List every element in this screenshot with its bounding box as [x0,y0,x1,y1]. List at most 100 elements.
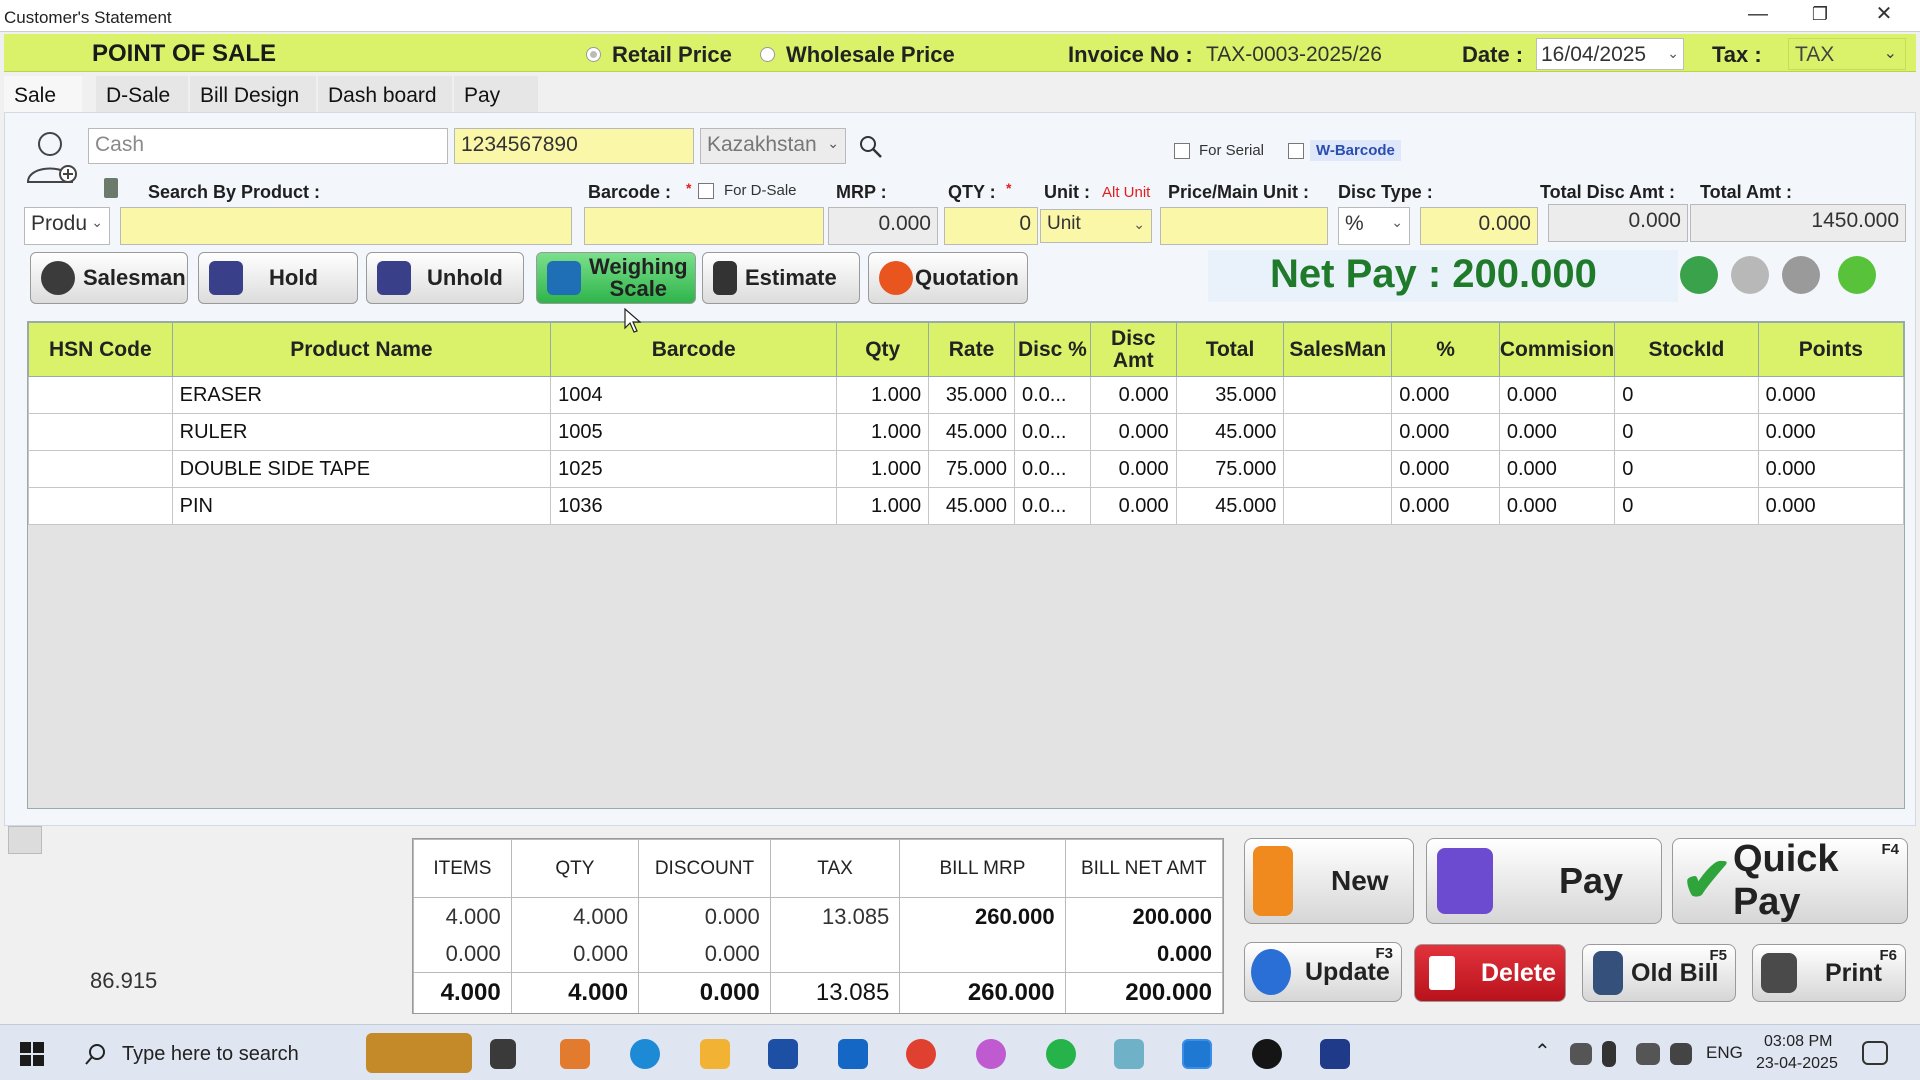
speaker-icon[interactable] [1670,1043,1692,1065]
whatsapp-icon[interactable] [1046,1039,1076,1069]
grid-cell[interactable]: 0.0... [1013,376,1091,414]
grid-cell[interactable]: 0.0... [1013,450,1091,488]
active-app-icon[interactable] [1182,1039,1212,1069]
mrp-input[interactable]: 0.000 [828,207,938,245]
grid-cell[interactable]: 0.0... [1013,487,1091,525]
grid-cell[interactable]: 0.000 [1757,376,1905,414]
table-row[interactable]: ERASER 1004 1.000 35.000 0.0... 0.000 35.000 0.… [28,376,1905,414]
delete-button[interactable]: Delete [1414,944,1566,1002]
tab-d-sale[interactable]: D-Sale [96,76,188,112]
grid-cell[interactable]: 0.000 [1089,413,1177,451]
grid-cell[interactable]: ERASER [171,376,552,414]
tab-pay[interactable]: Pay [454,76,538,112]
grid-cell[interactable]: PIN [171,487,552,525]
edge-icon[interactable] [630,1039,660,1069]
grid-cell[interactable]: 35.000 [1175,376,1285,414]
unhold-button[interactable]: Unhold [366,252,524,304]
customer-name-input[interactable]: Cash [88,128,448,164]
col-commission[interactable]: Commision [1498,322,1616,377]
grid-cell[interactable]: 0.0... [1013,413,1091,451]
grid-cell[interactable]: 1.000 [836,487,930,525]
old-bill-button[interactable]: Old Bill F5 [1582,944,1736,1002]
col-percent[interactable]: % [1391,322,1500,377]
search-icon[interactable] [858,134,884,160]
grid-cell[interactable]: 0.000 [1391,450,1500,488]
grid-cell[interactable]: 1.000 [836,450,930,488]
store-icon[interactable] [768,1039,798,1069]
grid-cell[interactable] [28,413,173,451]
tab-dash-board[interactable]: Dash board [318,76,452,112]
network-icon[interactable] [1570,1043,1592,1065]
recorder-icon[interactable] [1252,1039,1282,1069]
grid-cell[interactable]: 0 [1614,413,1759,451]
unit-select[interactable]: Unit ⌄ [1040,209,1152,243]
grid-cell[interactable] [28,487,173,525]
grid-cell[interactable]: 45.000 [928,413,1015,451]
grid-cell[interactable]: 0.000 [1391,413,1500,451]
grid-cell[interactable]: 0.000 [1498,450,1616,488]
grid-cell[interactable]: 1005 [550,413,838,451]
update-button[interactable]: Update F3 [1244,942,1402,1002]
alt-unit-link[interactable]: Alt Unit [1102,184,1150,201]
chrome-icon[interactable] [906,1039,936,1069]
copilot-icon[interactable] [560,1039,590,1069]
col-total[interactable]: Total [1175,322,1285,377]
windows-start-icon[interactable] [20,1042,44,1066]
tab-sale[interactable]: Sale [4,76,82,112]
salesman-button[interactable]: Salesman [30,252,188,304]
col-stock-id[interactable]: StockId [1614,322,1759,377]
weighing-scale-button[interactable]: Weighing Scale [536,252,696,304]
grid-cell[interactable]: 0 [1614,450,1759,488]
barcode-input[interactable] [584,207,824,245]
table-row[interactable]: RULER 1005 1.000 45.000 0.0... 0.000 45.000 0.0… [28,413,1905,451]
col-qty[interactable]: Qty [836,322,930,377]
grid-cell[interactable]: 0 [1614,487,1759,525]
restore-icon[interactable]: ❐ [1792,0,1848,30]
grid-cell[interactable]: 0 [1614,376,1759,414]
grid-cell[interactable]: 1004 [550,376,838,414]
grid-cell[interactable]: 75.000 [928,450,1015,488]
clock-date[interactable]: 23-04-2025 [1756,1055,1838,1073]
grid-cell[interactable]: DOUBLE SIDE TAPE [171,450,552,488]
grid-cell[interactable]: 0.000 [1757,413,1905,451]
col-hsn-code[interactable]: HSN Code [28,322,173,377]
quotation-button[interactable]: Quotation [868,252,1028,304]
grid-cell[interactable]: 1.000 [836,413,930,451]
add-customer-icon[interactable] [24,130,80,186]
grid-cell[interactable] [28,450,173,488]
col-rate[interactable]: Rate [928,322,1015,377]
add-icon[interactable] [1838,256,1876,294]
grid-cell[interactable]: 1036 [550,487,838,525]
language-indicator[interactable]: ENG [1706,1043,1743,1063]
grid-cell[interactable]: 0.000 [1089,450,1177,488]
grid-cell[interactable]: 0.000 [1498,413,1616,451]
hold-button[interactable]: Hold [198,252,358,304]
grid-cell[interactable]: 0.000 [1089,487,1177,525]
grid-cell[interactable]: 45.000 [928,487,1015,525]
wholesale-price-radio[interactable] [760,47,775,62]
new-button[interactable]: New [1244,838,1414,924]
quick-pay-button[interactable]: ✔ Quick Pay F4 [1672,838,1908,924]
remove-icon[interactable] [1731,256,1769,294]
close-icon[interactable]: ✕ [1856,0,1912,30]
table-row[interactable]: DOUBLE SIDE TAPE 1025 1.000 75.000 0.0... 0.0… [28,450,1905,488]
chevron-up-icon[interactable]: ⌃ [1534,1039,1551,1064]
outlook-icon[interactable] [838,1039,868,1069]
grid-cell[interactable] [1283,450,1393,488]
grid-cell[interactable]: 45.000 [1175,413,1285,451]
grid-cell[interactable]: 1.000 [836,376,930,414]
app-icon[interactable] [1114,1039,1144,1069]
price-main-unit-input[interactable] [1160,207,1328,245]
print-button[interactable]: Print F6 [1752,944,1906,1002]
col-points[interactable]: Points [1757,322,1905,377]
grid-cell[interactable]: 0.000 [1391,376,1500,414]
estimate-button[interactable]: Estimate [702,252,860,304]
grid-cell[interactable]: 0.000 [1498,376,1616,414]
grid-cell[interactable]: 1025 [550,450,838,488]
for-serial-checkbox[interactable] [1174,143,1190,159]
grid-cell[interactable] [1283,413,1393,451]
grid-cell[interactable]: 0.000 [1498,487,1616,525]
col-salesman[interactable]: SalesMan [1283,322,1393,377]
refresh-icon[interactable] [1680,256,1718,294]
microphone-icon[interactable] [1602,1041,1616,1067]
